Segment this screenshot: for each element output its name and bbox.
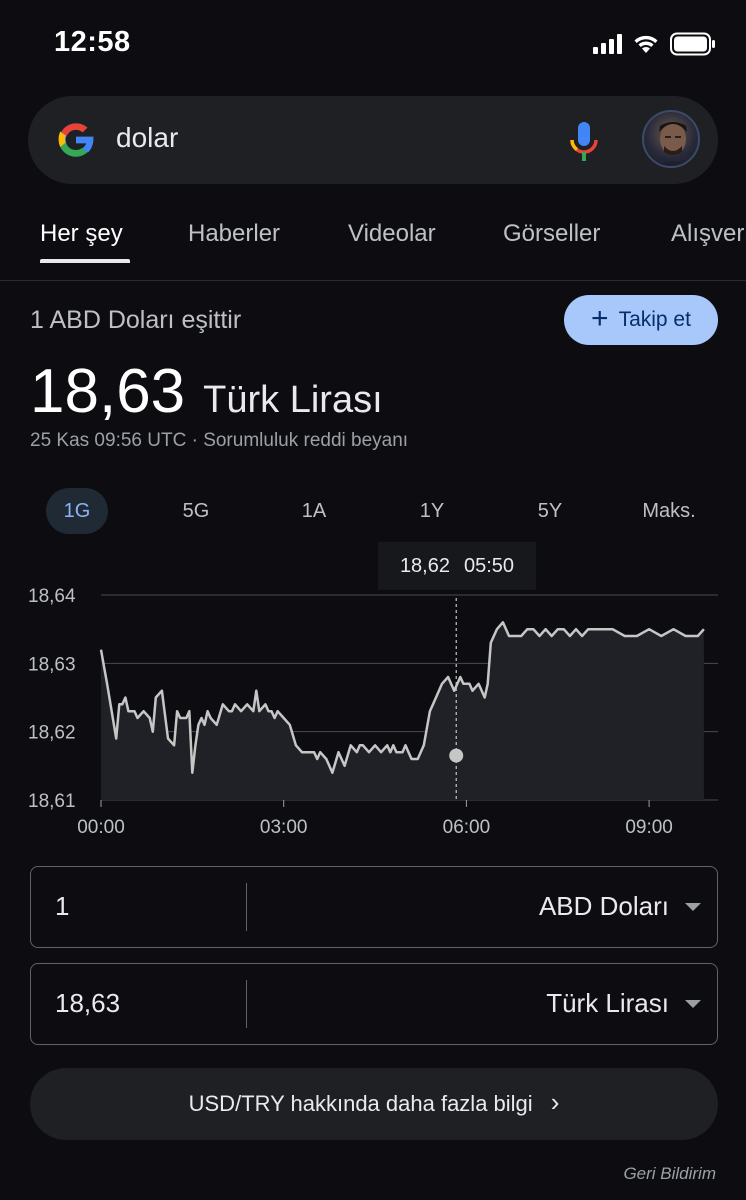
y-tick-label: 18,61 (28, 791, 76, 812)
range-1d[interactable]: 1G (46, 488, 108, 534)
feedback-link[interactable]: Geri Bildirim (623, 1164, 716, 1184)
result-timestamp[interactable]: 25 Kas 09:56 UTC · Sorumluluk reddi beya… (30, 430, 408, 452)
from-amount-input[interactable]: 1 (55, 891, 69, 922)
dropdown-caret-icon[interactable] (685, 1000, 701, 1008)
to-currency-row: 18,63 Türk Lirası (30, 963, 718, 1045)
google-logo-icon (58, 123, 94, 157)
tab-all[interactable]: Her şey (40, 220, 123, 248)
x-tick-label: 09:00 (625, 817, 673, 838)
search-tabs: Her şey Haberler Videolar Görseller Alış… (0, 200, 746, 276)
range-1y[interactable]: 1Y (401, 488, 463, 534)
tab-shopping[interactable]: Alışveriş (671, 220, 746, 248)
y-tick-label: 18,64 (28, 586, 76, 607)
search-bar[interactable]: dolar (28, 96, 718, 184)
y-tick-label: 18,63 (28, 654, 76, 675)
from-currency-select[interactable]: ABD Doları (539, 891, 669, 922)
status-bar: 12:58 (0, 0, 746, 90)
x-tick-label: 00:00 (77, 817, 125, 838)
range-1m[interactable]: 1A (283, 488, 345, 534)
active-tab-indicator (40, 259, 130, 263)
hover-point (449, 748, 464, 763)
plus-icon: + (591, 301, 609, 335)
result-value: 18,63 (30, 357, 186, 426)
follow-button-label: Takip et (618, 308, 691, 331)
conversion-result: 18,63 Türk Lirası (30, 356, 383, 427)
follow-button[interactable]: + Takip et (564, 295, 718, 345)
to-amount-input[interactable]: 18,63 (55, 988, 120, 1019)
status-time: 12:58 (54, 26, 131, 58)
result-unit: Türk Lirası (203, 379, 383, 421)
tooltip-time: 05:50 (464, 554, 515, 577)
to-currency-select[interactable]: Türk Lirası (546, 988, 669, 1019)
wifi-icon (634, 35, 658, 53)
chart-tooltip: 18,62 05:50 (378, 542, 536, 590)
x-tick-label: 06:00 (443, 817, 491, 838)
battery-icon (670, 32, 715, 56)
microphone-icon[interactable] (568, 120, 600, 162)
search-input[interactable]: dolar (116, 122, 178, 154)
range-selector: 1G 5G 1A 1Y 5Y Maks. (0, 488, 746, 536)
status-icons (593, 32, 716, 56)
range-5y[interactable]: 5Y (519, 488, 581, 534)
more-info-button[interactable]: USD/TRY hakkında daha fazla bilgi › (30, 1068, 718, 1140)
chevron-right-icon: › (550, 1087, 560, 1117)
from-currency-row: 1 ABD Doları (30, 866, 718, 948)
cellular-signal-icon (593, 34, 622, 54)
divider (246, 883, 247, 931)
x-tick-label: 03:00 (260, 817, 308, 838)
more-info-label: USD/TRY hakkında daha fazla bilgi (188, 1091, 533, 1116)
dropdown-caret-icon[interactable] (685, 903, 701, 911)
tab-videos[interactable]: Videolar (348, 220, 436, 248)
tab-news[interactable]: Haberler (188, 220, 280, 248)
tab-images[interactable]: Görseller (503, 220, 600, 248)
exchange-rate-chart[interactable]: 18,64 18,63 18,62 18,6100:00 03:00 06:00 09:00 (0, 540, 746, 850)
divider (246, 980, 247, 1028)
avatar[interactable] (642, 110, 700, 168)
tooltip-value: 18,62 (399, 554, 450, 577)
conversion-subtitle: 1 ABD Doları eşittir (30, 306, 242, 334)
range-max[interactable]: Maks. (630, 488, 708, 534)
y-tick-label: 18,62 (28, 723, 76, 744)
tabs-divider (0, 280, 746, 281)
range-5d[interactable]: 5G (165, 488, 227, 534)
